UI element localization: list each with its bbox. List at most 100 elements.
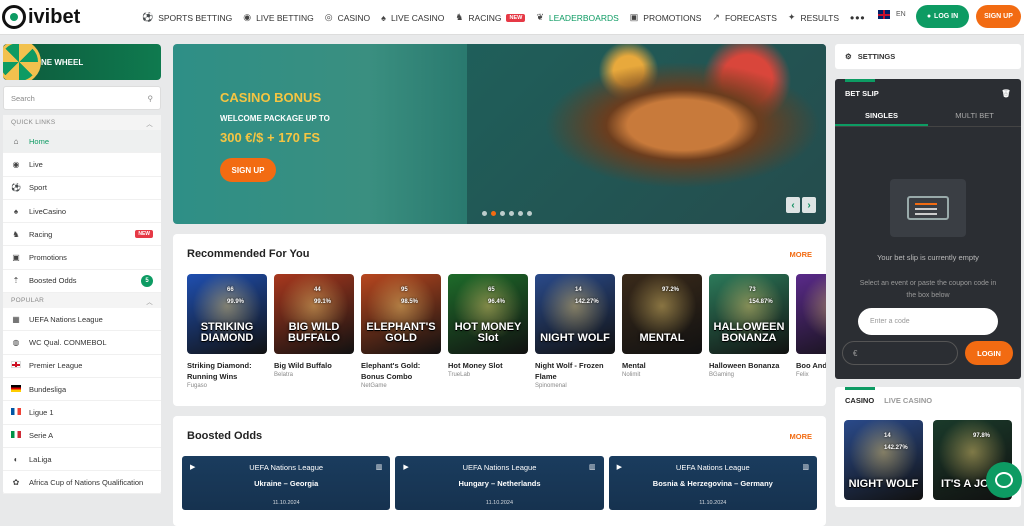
rtp-value: 154.87%: [749, 299, 773, 305]
bet-slip-tabs: SINGLES MULTI BET: [835, 107, 1021, 127]
game-card[interactable]: Boo And Felix: [796, 274, 826, 399]
stake-input[interactable]: €: [842, 341, 958, 365]
sidebar-item-boosted-odds[interactable]: ⇡ Boosted Odds 5: [3, 270, 161, 294]
game-thumbnail[interactable]: 66 99.9% STRIKING DIAMOND: [187, 274, 267, 354]
trash-icon[interactable]: 🗑: [1001, 89, 1011, 98]
nav-live-casino[interactable]: ♠ LIVE CASINO: [381, 13, 444, 23]
main-content: CASINO BONUS WELCOME PACKAGE UP TO 300 €…: [173, 44, 826, 526]
search-input[interactable]: Search ⚲: [3, 86, 161, 110]
game-card[interactable]: 14 142.27% NIGHT WOLF Night Wolf - Frozen F…: [535, 274, 615, 399]
carousel-dot[interactable]: [482, 211, 487, 216]
tab-singles[interactable]: SINGLES: [835, 107, 928, 126]
carousel-dot[interactable]: [491, 211, 496, 216]
nav-label: FORECASTS: [724, 12, 777, 23]
nav-promotions[interactable]: ▣ PROMOTIONS: [630, 12, 702, 23]
signup-button[interactable]: SIGN UP: [976, 5, 1021, 28]
sidebar-item-racing[interactable]: ♞ Racing NEW: [3, 223, 161, 247]
game-stats: 14 142.27%: [884, 430, 908, 454]
carousel-dot[interactable]: [518, 211, 523, 216]
recommended-more-link[interactable]: MORE: [790, 250, 813, 259]
sidebar-item-sport[interactable]: ⚽ Sport: [3, 177, 161, 200]
sidebar-item-home[interactable]: ⌂ Home: [3, 130, 161, 154]
game-stats: 97.2%: [662, 284, 679, 296]
game-thumbnail[interactable]: 73 154.87% HALLOWEEN BONANZA: [709, 274, 789, 354]
bet-slip-accent: [845, 79, 875, 82]
sidebar-item-label: UEFA Nations League: [29, 314, 103, 324]
popular-header[interactable]: POPULAR ︿: [3, 293, 161, 309]
sidebar-item-livecasino[interactable]: ♠ LiveCasino: [3, 200, 161, 224]
popular-title: POPULAR: [11, 297, 45, 305]
uk-flag-icon: [878, 10, 890, 19]
game-name: Elephant's Gold: Bonus Combo: [361, 361, 421, 381]
game-logo-art: NIGHT WOLF: [848, 478, 919, 490]
game-card[interactable]: 73 154.87% HALLOWEEN BONANZA Halloween Bona…: [709, 274, 789, 399]
match-date: 11.10.2024: [272, 500, 300, 506]
sidebar-item-bundesliga[interactable]: Bundesliga: [3, 378, 161, 402]
boosted-match-card[interactable]: ▶ ▥ UEFA Nations League Ukraine – Georgia 11…: [182, 456, 391, 510]
coupon-code-input[interactable]: Enter a code: [858, 308, 998, 335]
quick-links-header[interactable]: QUICK LINKS ︿: [3, 115, 161, 130]
carousel-dot[interactable]: [509, 211, 514, 216]
nav-label: SPORTS BETTING: [158, 12, 233, 23]
game-card[interactable]: 97.2% MENTAL Mental Nolimit: [622, 274, 702, 399]
nav-racing[interactable]: ♞ RACING NEW: [455, 12, 526, 23]
sidebar-item-serie-a[interactable]: Serie A: [3, 425, 161, 448]
carousel-dot[interactable]: [527, 211, 532, 216]
sidebar-item-africa-cup-of-nations-qualification[interactable]: ✿ Africa Cup of Nations Qualification: [3, 471, 161, 495]
tab-live-casino[interactable]: LIVE CASINO: [884, 396, 932, 405]
sidebar-item-live[interactable]: ◉ Live: [3, 153, 161, 177]
casino-bonus-banner[interactable]: CASINO BONUS WELCOME PACKAGE UP TO 300 €…: [173, 44, 826, 224]
game-thumbnail[interactable]: 65 96.4% HOT MONEY Slot: [448, 274, 528, 354]
fortune-wheel-banner[interactable]: NE WHEEL: [3, 44, 161, 80]
game-thumbnail[interactable]: 14 142.27% NIGHT WOLF: [535, 274, 615, 354]
sidebar-item-label: Racing: [29, 229, 53, 239]
game-card[interactable]: 66 99.9% STRIKING DIAMOND Striking Diamond:…: [187, 274, 267, 399]
ivibet-logo[interactable]: ivibet: [2, 3, 80, 31]
game-thumbnail[interactable]: 97.2% MENTAL: [622, 274, 702, 354]
sidebar-item-wc-qual-conmebol[interactable]: ◍ WC Qual. CONMEBOL: [3, 331, 161, 355]
game-thumbnail[interactable]: [796, 274, 826, 354]
sidebar-item-label: Boosted Odds: [29, 276, 77, 286]
boosted-more-link[interactable]: MORE: [790, 432, 813, 441]
game-thumbnail[interactable]: 44 99.1% BIG WILD BUFFALO: [274, 274, 354, 354]
carousel-prev-button[interactable]: ‹: [786, 197, 800, 213]
count-badge: 5: [141, 274, 153, 287]
boosted-match-card[interactable]: ▶ ▥ UEFA Nations League Bosnia & Herzegovin…: [608, 456, 817, 510]
carousel-next-button[interactable]: ›: [802, 197, 816, 213]
language-selector[interactable]: EN: [878, 10, 906, 19]
banner-signup-button[interactable]: SIGN UP: [220, 158, 276, 182]
banner-artwork: [466, 44, 826, 224]
settings-button[interactable]: ⚙ SETTINGS: [835, 44, 1021, 69]
players-count: 66: [227, 287, 234, 293]
game-thumbnail[interactable]: 95 98.5% ELEPHANT'S GOLD: [361, 274, 441, 354]
tab-multi-bet[interactable]: MULTI BET: [928, 107, 1021, 126]
laliga-icon: ◐: [13, 454, 19, 464]
nav-live-betting[interactable]: ◉ LIVE BETTING: [243, 12, 313, 23]
sidebar-item-ligue-1[interactable]: Ligue 1: [3, 401, 161, 425]
nav-forecasts[interactable]: ↗ FORECASTS: [712, 12, 777, 23]
nav-casino[interactable]: ◎ CASINO: [325, 12, 370, 23]
live-chat-button[interactable]: [986, 462, 1022, 498]
game-card[interactable]: 65 96.4% HOT MONEY Slot Hot Money Slot TrueL…: [448, 274, 528, 399]
more-menu-button[interactable]: •••: [850, 11, 866, 25]
banner-title: CASINO BONUS: [220, 90, 322, 105]
nav-sports-betting[interactable]: ⚽ SPORTS BETTING: [142, 12, 232, 23]
banner-amount: 300 €/$ + 170 FS: [220, 130, 321, 145]
sidebar-item-promotions[interactable]: ▣ Promotions: [3, 246, 161, 270]
game-card[interactable]: 95 98.5% ELEPHANT'S GOLD Elephant's Gold: B…: [361, 274, 441, 399]
game-thumbnail[interactable]: 14 142.27% NIGHT WOLF: [844, 420, 923, 500]
carousel-dot[interactable]: [500, 211, 505, 216]
sidebar-item-laliga[interactable]: ◐ LaLiga: [3, 448, 161, 472]
rtp-value: 99.9%: [227, 299, 245, 305]
flag-england: [11, 361, 21, 370]
login-button[interactable]: ● LOG IN: [916, 5, 969, 28]
nav-leaderboards[interactable]: ❦ LEADERBOARDS: [536, 12, 618, 23]
sidebar-item-uefa-nations-league[interactable]: ▦ UEFA Nations League: [3, 308, 161, 332]
boosted-match-card[interactable]: ▶ ▥ UEFA Nations League Hungary – Netherlan…: [395, 456, 604, 510]
bet-slip-login-button[interactable]: LOGIN: [965, 341, 1013, 365]
game-card[interactable]: 44 99.1% BIG WILD BUFFALO Big Wild Buffalo B…: [274, 274, 354, 399]
tab-casino[interactable]: CASINO: [845, 396, 874, 405]
flag-italy: [11, 431, 21, 440]
sidebar-item-premier-league[interactable]: Premier League: [3, 355, 161, 378]
nav-results[interactable]: ✦ RESULTS: [788, 12, 839, 23]
